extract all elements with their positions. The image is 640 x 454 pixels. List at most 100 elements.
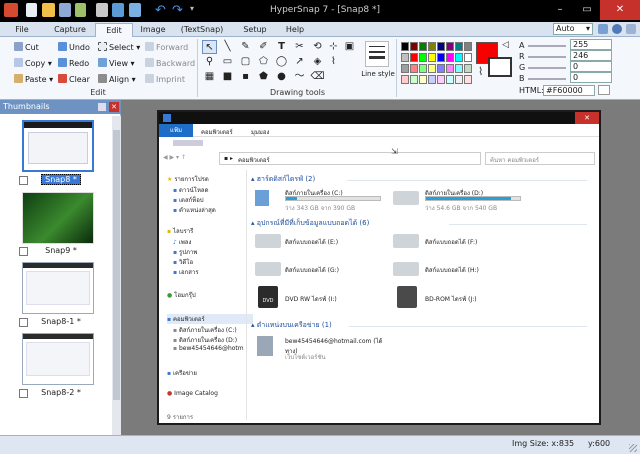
palette-swatch[interactable] bbox=[455, 64, 463, 73]
palette-swatch[interactable] bbox=[401, 53, 409, 62]
zoom-select[interactable]: Auto ▾ bbox=[553, 23, 593, 35]
palette-swatch[interactable] bbox=[446, 75, 454, 84]
palette-swatch[interactable] bbox=[437, 53, 445, 62]
freehand-tool-icon[interactable]: 〜 bbox=[292, 70, 307, 84]
line-style-icon[interactable] bbox=[365, 41, 389, 67]
blue-slider[interactable] bbox=[528, 78, 566, 80]
rectangle-tool-icon[interactable]: ▭ bbox=[220, 55, 235, 69]
palette-swatch[interactable] bbox=[401, 64, 409, 73]
redo-button[interactable]: Redo bbox=[58, 57, 89, 70]
curve-tool-icon[interactable]: ⟲ bbox=[310, 40, 325, 54]
open-folder-icon[interactable] bbox=[42, 3, 55, 17]
palette-swatch[interactable] bbox=[410, 75, 418, 84]
settings-icon[interactable] bbox=[626, 24, 636, 34]
tab-textsnap[interactable]: (TextSnap) bbox=[174, 23, 230, 37]
palette-swatch[interactable] bbox=[464, 42, 472, 51]
tab-capture[interactable]: Capture bbox=[47, 23, 93, 37]
polygon-tool-icon[interactable]: ⬠ bbox=[256, 55, 271, 69]
crop-tool-icon[interactable]: ⊹ bbox=[326, 40, 341, 54]
pen-tool-icon[interactable]: ✎ bbox=[238, 40, 253, 54]
alpha-value-field[interactable]: 255 bbox=[570, 39, 612, 50]
clear-button[interactable]: Clear bbox=[58, 73, 90, 86]
palette-swatch[interactable] bbox=[437, 64, 445, 73]
thumbnails-scrollbar[interactable] bbox=[112, 116, 121, 435]
magnifier-tool-icon[interactable]: ⚲ bbox=[202, 55, 217, 69]
blue-value-field[interactable]: 0 bbox=[570, 72, 612, 83]
resize-grip-icon[interactable] bbox=[629, 444, 637, 452]
palette-swatch[interactable] bbox=[410, 42, 418, 51]
redo-icon[interactable]: ↷ bbox=[172, 3, 183, 18]
backward-button[interactable]: Backward bbox=[145, 57, 195, 70]
thumbnail-snap9[interactable] bbox=[22, 192, 94, 244]
undo-button[interactable]: Undo bbox=[58, 41, 90, 54]
palette-swatch[interactable] bbox=[428, 75, 436, 84]
palette-swatch[interactable] bbox=[410, 64, 418, 73]
line-style-button[interactable]: Line style bbox=[361, 70, 395, 78]
maximize-button[interactable]: ▭ bbox=[573, 0, 601, 20]
arrow-tool-icon[interactable]: ↗ bbox=[292, 55, 307, 69]
filled-rect-tool-icon[interactable]: ■ bbox=[220, 70, 235, 84]
close-button[interactable]: ✕ bbox=[600, 0, 640, 20]
stamp-tool-icon[interactable]: ✂ bbox=[292, 40, 307, 54]
filled-polygon-tool-icon[interactable]: ⬟ bbox=[256, 70, 271, 84]
text-tool-icon[interactable]: T bbox=[274, 40, 289, 54]
color-picker-icon[interactable] bbox=[598, 85, 610, 95]
palette-swatch[interactable] bbox=[455, 42, 463, 51]
thumbnail-label[interactable]: Snap9 * bbox=[16, 246, 106, 255]
palette-swatch[interactable] bbox=[410, 53, 418, 62]
ellipse-tool-icon[interactable]: ◯ bbox=[274, 55, 289, 69]
rounded-rect-tool-icon[interactable]: ▢ bbox=[238, 55, 253, 69]
ribbon-collapse-icon[interactable] bbox=[598, 24, 608, 34]
palette-swatch[interactable] bbox=[401, 75, 409, 84]
select-button[interactable]: Select ▾ bbox=[98, 41, 140, 54]
palette-swatch[interactable] bbox=[464, 53, 472, 62]
forward-button[interactable]: Forward bbox=[145, 41, 188, 54]
palette-swatch[interactable] bbox=[419, 53, 427, 62]
marker-tool-icon[interactable]: ✐ bbox=[256, 40, 271, 54]
frame-tool-icon[interactable]: ▣ bbox=[342, 40, 357, 54]
align-button[interactable]: Align ▾ bbox=[98, 73, 136, 86]
scrollbar-thumb[interactable] bbox=[113, 130, 120, 400]
tab-help[interactable]: Help bbox=[278, 23, 312, 37]
palette-swatch[interactable] bbox=[455, 53, 463, 62]
new-file-icon[interactable] bbox=[26, 3, 37, 17]
print-icon[interactable] bbox=[96, 3, 108, 17]
palette-swatch[interactable] bbox=[401, 42, 409, 51]
save-icon[interactable] bbox=[59, 3, 71, 17]
background-color-swatch[interactable] bbox=[488, 57, 512, 77]
thumbnail-label[interactable]: Snap8-1 * bbox=[16, 317, 106, 326]
green-value-field[interactable]: 0 bbox=[570, 61, 612, 72]
tab-edit[interactable]: Edit bbox=[95, 23, 133, 37]
palette-swatch[interactable] bbox=[446, 64, 454, 73]
palette-swatch[interactable] bbox=[446, 53, 454, 62]
filled-rounded-rect-tool-icon[interactable]: ▪ bbox=[238, 70, 253, 84]
thumbnail-label[interactable]: Snap8 * bbox=[16, 174, 106, 185]
view-button[interactable]: View ▾ bbox=[98, 57, 135, 70]
eyedropper-tool-icon[interactable]: ⌇ bbox=[326, 55, 341, 69]
green-slider[interactable] bbox=[528, 67, 566, 69]
eyedropper-icon[interactable]: ⌇ bbox=[478, 65, 483, 78]
imprint-button[interactable]: Imprint bbox=[145, 73, 185, 86]
thumbnail-snap8-1[interactable] bbox=[22, 262, 94, 314]
help-icon[interactable] bbox=[612, 24, 622, 34]
palette-swatch[interactable] bbox=[437, 75, 445, 84]
undo-icon[interactable]: ↶ bbox=[155, 3, 166, 18]
palette-swatch[interactable] bbox=[464, 64, 472, 73]
eraser-tool-icon[interactable]: ⌫ bbox=[310, 70, 325, 84]
tab-image[interactable]: Image bbox=[135, 23, 171, 37]
copy-button[interactable]: Copy ▾ bbox=[14, 57, 52, 70]
pin-icon[interactable] bbox=[98, 103, 106, 111]
palette-swatch[interactable] bbox=[428, 42, 436, 51]
paste-button[interactable]: Paste ▾ bbox=[14, 73, 53, 86]
palette-swatch[interactable] bbox=[419, 64, 427, 73]
copy-icon[interactable] bbox=[112, 3, 124, 17]
alpha-slider[interactable] bbox=[528, 45, 566, 47]
thumbnail-snap8-2[interactable] bbox=[22, 333, 94, 385]
palette-swatch[interactable] bbox=[437, 42, 445, 51]
line-tool-icon[interactable]: ╲ bbox=[220, 40, 235, 54]
html-color-field[interactable]: #F60000 bbox=[543, 85, 595, 96]
palette-swatch[interactable] bbox=[419, 42, 427, 51]
palette-swatch[interactable] bbox=[428, 64, 436, 73]
captured-image[interactable]: ✕ แฟ้ม คอมพิวเตอร์ มุมมอง ◀ ▶ ▾ ↑ ▪ ▸ คอ… bbox=[157, 110, 601, 425]
highlight-tool-icon[interactable]: ▦ bbox=[202, 70, 217, 84]
